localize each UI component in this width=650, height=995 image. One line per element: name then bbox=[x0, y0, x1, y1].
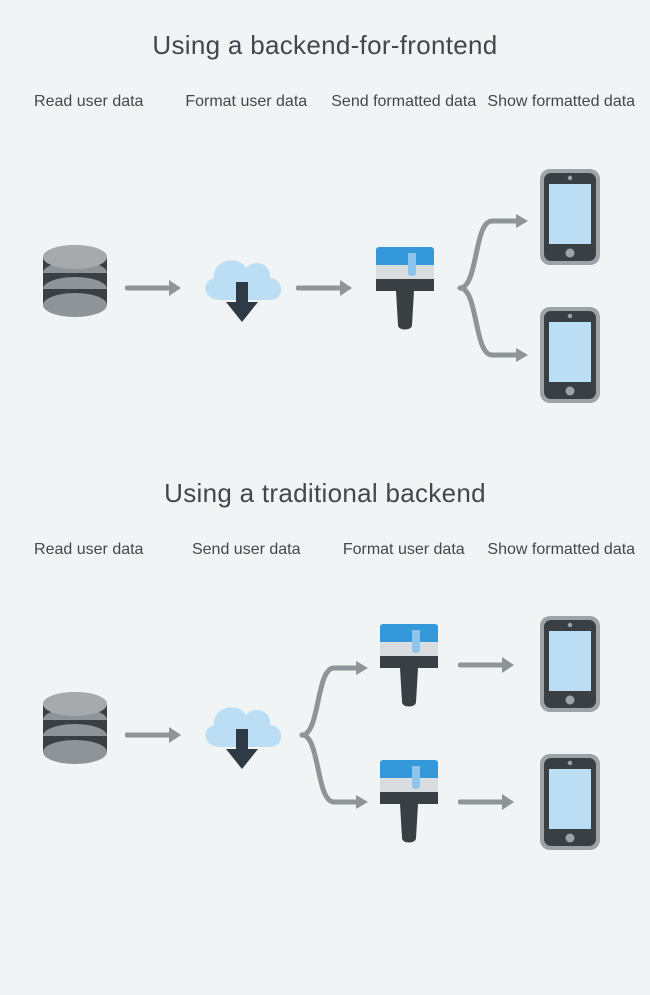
label-send: Send formatted data bbox=[325, 91, 483, 113]
section-title-traditional: Using a traditional backend bbox=[0, 478, 650, 509]
diagram-traditional bbox=[0, 560, 650, 860]
branch-brace bbox=[448, 193, 538, 383]
phone-icon bbox=[534, 305, 606, 405]
label-send: Send user data bbox=[168, 539, 326, 561]
arrow-right-icon bbox=[458, 655, 518, 675]
cloud-download-icon bbox=[192, 685, 292, 785]
phone-icon bbox=[534, 614, 606, 714]
labels-row-bff: Read user data Format user data Send for… bbox=[0, 91, 650, 113]
label-format: Format user data bbox=[325, 539, 483, 561]
brush-icon bbox=[374, 620, 444, 710]
labels-row-traditional: Read user data Send user data Format use… bbox=[0, 539, 650, 561]
phone-icon bbox=[534, 752, 606, 852]
section-title-bff: Using a backend-for-frontend bbox=[0, 30, 650, 61]
section-bff: Using a backend-for-frontend Read user d… bbox=[0, 0, 650, 393]
arrow-right-icon bbox=[296, 278, 356, 298]
brush-icon bbox=[370, 243, 440, 333]
section-traditional: Using a traditional backend Read user da… bbox=[0, 393, 650, 861]
arrow-right-icon bbox=[125, 278, 185, 298]
label-show: Show formatted data bbox=[483, 91, 641, 113]
database-icon bbox=[35, 243, 115, 327]
phone-icon bbox=[534, 167, 606, 267]
label-show: Show formatted data bbox=[483, 539, 641, 561]
branch-brace bbox=[292, 640, 378, 830]
brush-icon bbox=[374, 756, 444, 846]
diagram-bff bbox=[0, 113, 650, 393]
cloud-download-icon bbox=[192, 238, 292, 338]
label-read: Read user data bbox=[10, 91, 168, 113]
database-icon bbox=[35, 690, 115, 774]
label-read: Read user data bbox=[10, 539, 168, 561]
arrow-right-icon bbox=[125, 725, 185, 745]
arrow-right-icon bbox=[458, 792, 518, 812]
label-format: Format user data bbox=[168, 91, 326, 113]
